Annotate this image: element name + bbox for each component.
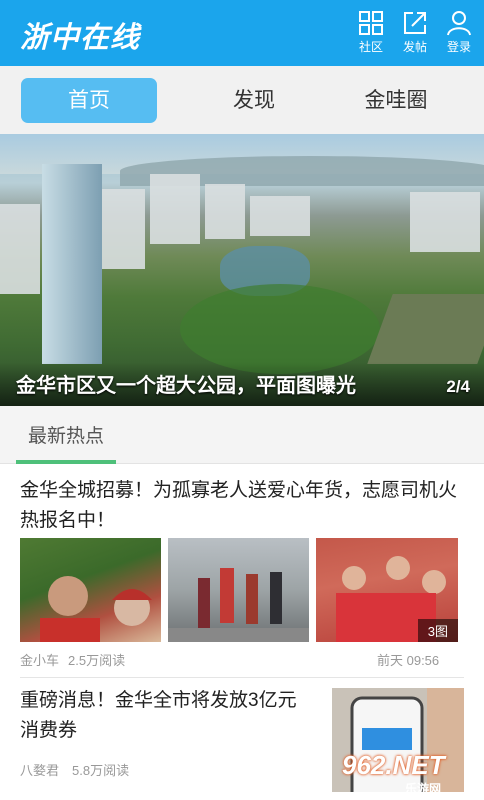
banner-carousel[interactable]: 金华市区又一个超大公园，平面图曝光 2/4 (0, 134, 484, 406)
news-time: 前天 09:56 (377, 653, 440, 668)
tab-bar: 首页 发现 金哇圈 (0, 66, 484, 134)
tab-jinwa-circle[interactable]: 金哇圈 (328, 78, 464, 123)
community-button[interactable]: 社区 (350, 10, 392, 60)
banner-building (100, 189, 145, 269)
news-feed: 金华全城招募！为孤寡老人送爱心年货，志愿司机火热报名中！ 3图 金小车 2.5万… (0, 464, 484, 800)
banner-field (367, 294, 484, 364)
banner-building (250, 196, 310, 236)
news-author: 八婺君 (20, 763, 60, 778)
banner-tower (42, 164, 102, 364)
street-photo (168, 568, 309, 642)
news-thumbnail[interactable] (20, 538, 161, 642)
news-reads: 5.8万阅读 (72, 763, 130, 778)
volunteers-photo (40, 576, 152, 642)
news-item-title[interactable]: 金华全城招募！为孤寡老人送爱心年货，志愿司机火热报名中！ (20, 476, 470, 536)
banner-caption[interactable]: 金华市区又一个超大公园，平面图曝光 (16, 369, 356, 398)
post-label: 发帖 (402, 40, 427, 54)
banner-building (410, 192, 480, 252)
watermark-subtext: 乐游网 (405, 782, 442, 796)
app-header: 浙中在线 社区 发帖 登录 (0, 0, 484, 66)
banner-building (0, 204, 40, 294)
login-button[interactable]: 登录 (438, 10, 480, 60)
news-author: 金小车 (20, 653, 60, 668)
section-header: 最新热点 (0, 406, 484, 464)
news-item-title[interactable]: 重磅消息！金华全市将发放3亿元消费券 (20, 686, 310, 746)
banner-park (180, 284, 380, 374)
news-thumbnail[interactable]: 3图 (316, 538, 458, 642)
feed-divider (20, 677, 464, 678)
image-count-badge: 3图 (417, 619, 458, 642)
news-thumbnail[interactable] (168, 538, 309, 642)
login-label: 登录 (446, 40, 471, 54)
tab-discover[interactable]: 发现 (186, 78, 322, 123)
banner-pager: 2/4 (446, 377, 470, 396)
app-logo[interactable]: 浙中在线 (20, 14, 140, 56)
banner-building (150, 174, 200, 244)
user-icon (447, 11, 471, 36)
grid-icon (359, 11, 383, 35)
banner-building (205, 184, 245, 239)
section-title[interactable]: 最新热点 (16, 421, 116, 448)
post-button[interactable]: 发帖 (394, 10, 436, 60)
community-label: 社区 (358, 40, 383, 54)
tab-home[interactable]: 首页 (21, 78, 157, 123)
share-icon (404, 12, 426, 34)
news-reads: 2.5万阅读 (68, 653, 126, 668)
watermark-logo: 962.NET (342, 750, 445, 780)
